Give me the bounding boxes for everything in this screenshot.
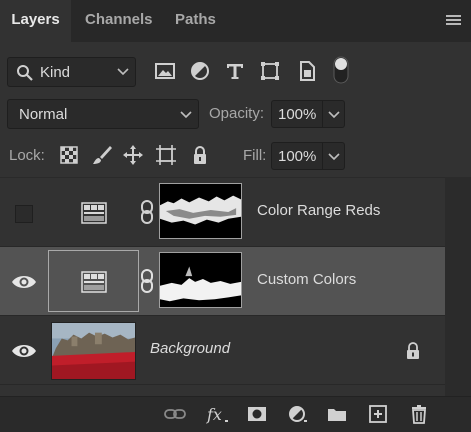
smart-object-filter-icon[interactable] [296, 60, 318, 82]
panel-tab-bar: Layers Channels Paths [0, 0, 471, 43]
chevron-down-icon [328, 153, 340, 161]
layer-row-custom-colors[interactable]: Custom Colors [0, 247, 445, 316]
lock-artboard-icon[interactable] [155, 144, 177, 166]
opacity-input[interactable]: 100% [271, 100, 323, 128]
tab-channels[interactable]: Channels [85, 0, 153, 42]
blend-mode-select[interactable]: Normal [7, 99, 199, 129]
adjustment-filter-icon[interactable] [189, 60, 211, 82]
layer-name[interactable]: Color Range Reds [257, 202, 380, 219]
fill-label: Fill: [243, 147, 267, 164]
hue-saturation-adjustment-icon [81, 202, 107, 224]
layer-locked-icon[interactable] [405, 342, 421, 360]
svg-text:fx: fx [206, 405, 222, 424]
hue-saturation-adjustment-icon [81, 271, 107, 293]
delete-layer-icon[interactable] [408, 404, 430, 424]
search-icon [17, 65, 33, 81]
lock-image-pixels-icon[interactable] [91, 144, 113, 166]
opacity-label: Opacity: [209, 105, 265, 122]
fill-input[interactable]: 100% [271, 142, 323, 170]
layer-row-background[interactable]: Background [0, 316, 445, 385]
mask-link-icon[interactable] [140, 269, 154, 293]
layers-scrollbar[interactable] [445, 177, 471, 396]
layers-list: Color Range Reds Custom Colors Backgroun… [0, 177, 445, 385]
chevron-down-icon [117, 68, 129, 76]
tab-layers[interactable]: Layers [0, 0, 71, 43]
lock-all-icon[interactable] [189, 144, 211, 166]
lock-position-icon[interactable] [122, 144, 144, 166]
tab-paths[interactable]: Paths [175, 0, 216, 42]
type-filter-icon[interactable] [224, 60, 246, 82]
layer-mask-thumbnail[interactable] [159, 252, 242, 308]
eye-icon[interactable] [9, 340, 39, 362]
chevron-down-icon [180, 111, 192, 119]
layer-row-color-range-reds[interactable]: Color Range Reds [0, 178, 445, 247]
opacity-dropdown-button[interactable] [323, 100, 345, 128]
new-group-icon[interactable] [326, 404, 348, 424]
filter-kind-label: Kind [40, 64, 71, 81]
lock-transparent-pixels-icon[interactable] [58, 144, 80, 166]
visibility-toggle-off[interactable] [15, 205, 33, 223]
mask-link-icon[interactable] [140, 200, 154, 224]
layer-mask-thumbnail[interactable] [159, 183, 242, 239]
panel-menu-icon[interactable] [446, 15, 461, 27]
fill-dropdown-button[interactable] [323, 142, 345, 170]
panel-bottom-bar: fx [0, 396, 471, 432]
add-mask-icon[interactable] [246, 404, 268, 424]
filter-kind-select[interactable]: Kind [7, 57, 136, 87]
new-adjustment-layer-icon[interactable] [287, 404, 309, 424]
chevron-down-icon [328, 111, 340, 119]
link-layers-icon[interactable] [164, 404, 186, 424]
filter-toggle-switch[interactable] [333, 56, 349, 84]
shape-filter-icon[interactable] [259, 60, 281, 82]
lock-label: Lock: [9, 147, 45, 164]
new-layer-icon[interactable] [367, 404, 389, 424]
image-filter-icon[interactable] [154, 60, 176, 82]
fx-icon[interactable]: fx [205, 404, 231, 424]
layer-name[interactable]: Custom Colors [257, 271, 356, 288]
blend-mode-value: Normal [19, 106, 68, 123]
layer-name[interactable]: Background [150, 340, 230, 357]
image-thumbnail[interactable] [51, 322, 136, 380]
eye-icon[interactable] [9, 271, 39, 293]
